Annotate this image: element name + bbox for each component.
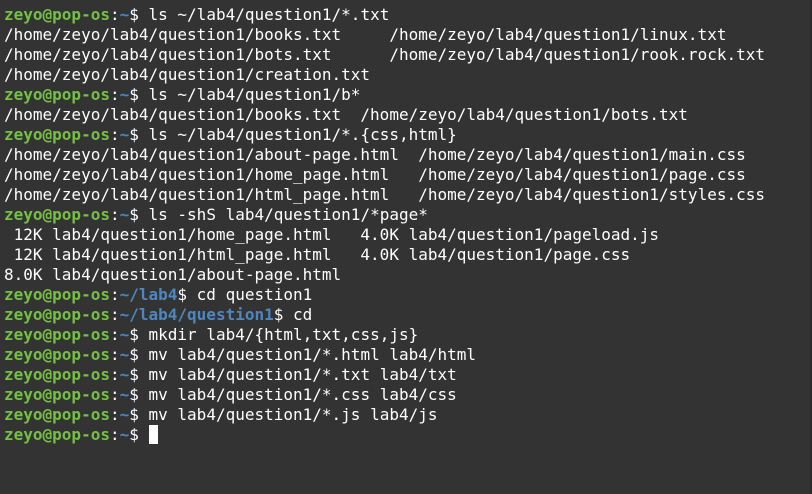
command-text: mv lab4/question1/*.css lab4/css [148, 385, 457, 404]
prompt-path: ~ [119, 425, 130, 444]
output-line: 8.0K lab4/question1/about-page.html [4, 265, 342, 284]
prompt-dollar: $ [129, 365, 149, 384]
command-line: zeyo@pop-os:~$ mkdir lab4/{html,txt,css,… [4, 325, 812, 345]
prompt-dollar: $ [129, 205, 149, 224]
prompt-dollar: $ [129, 325, 149, 344]
command-text: cd [293, 305, 313, 324]
prompt-user-host: zeyo@pop-os [4, 205, 110, 224]
prompt-path: ~ [119, 385, 130, 404]
prompt-path: ~ [119, 85, 130, 104]
command-line: zeyo@pop-os:~$ ls ~/lab4/question1/b* [4, 85, 812, 105]
command-line: zeyo@pop-os:~$ mv lab4/question1/*.css l… [4, 385, 812, 405]
prompt-user-host: zeyo@pop-os [4, 85, 110, 104]
terminal-output: zeyo@pop-os:~$ ls ~/lab4/question1/*.txt… [4, 5, 812, 445]
output-line: /home/zeyo/lab4/question1/books.txt /hom… [4, 105, 688, 124]
prompt-colon: : [109, 425, 120, 444]
prompt-user-host: zeyo@pop-os [4, 125, 110, 144]
prompt-colon: : [109, 365, 120, 384]
output-line: /home/zeyo/lab4/question1/about-page.htm… [4, 145, 746, 164]
prompt-colon: : [109, 325, 120, 344]
command-text: ls -shS lab4/question1/*page* [148, 205, 428, 224]
command-text: mkdir lab4/{html,txt,css,js} [148, 325, 419, 344]
prompt-colon: : [109, 85, 120, 104]
prompt-path: ~ [119, 205, 130, 224]
command-text: cd question1 [196, 285, 313, 304]
prompt-path: ~ [119, 125, 130, 144]
command-text: ls ~/lab4/question1/*.txt [148, 5, 390, 24]
prompt-user-host: zeyo@pop-os [4, 405, 110, 424]
output-line: 12K lab4/question1/html_page.html 4.0K l… [4, 245, 631, 264]
prompt-path: ~/lab4/question1 [119, 305, 274, 324]
output-line: /home/zeyo/lab4/question1/html_page.html… [4, 185, 765, 204]
command-text: mv lab4/question1/*.js lab4/js [148, 405, 438, 424]
command-line: zeyo@pop-os:~$ ls ~/lab4/question1/*.{cs… [4, 125, 812, 145]
output-line: /home/zeyo/lab4/question1/creation.txt [4, 65, 371, 84]
text-cursor[interactable] [148, 425, 158, 444]
prompt-dollar: $ [273, 305, 293, 324]
prompt-path: ~ [119, 345, 130, 364]
prompt-dollar: $ [177, 285, 197, 304]
prompt-user-host: zeyo@pop-os [4, 385, 110, 404]
command-line: zeyo@pop-os:~/lab4/question1$ cd [4, 305, 812, 325]
prompt-colon: : [109, 5, 120, 24]
prompt-path: ~ [119, 405, 130, 424]
prompt-path: ~ [119, 325, 130, 344]
prompt-dollar: $ [129, 345, 149, 364]
prompt-dollar: $ [129, 385, 149, 404]
command-line: zeyo@pop-os:~$ ls ~/lab4/question1/*.txt [4, 5, 812, 25]
prompt-dollar: $ [129, 425, 149, 444]
prompt-path: ~ [119, 365, 130, 384]
command-text: ls ~/lab4/question1/b* [148, 85, 361, 104]
command-line: zeyo@pop-os:~$ mv lab4/question1/*.html … [4, 345, 812, 365]
terminal-window[interactable]: zeyo@pop-os:~$ ls ~/lab4/question1/*.txt… [0, 0, 812, 494]
prompt-user-host: zeyo@pop-os [4, 365, 110, 384]
prompt-colon: : [109, 205, 120, 224]
prompt-colon: : [109, 385, 120, 404]
prompt-colon: : [109, 285, 120, 304]
command-line: zeyo@pop-os:~$ mv lab4/question1/*.js la… [4, 405, 812, 425]
prompt-colon: : [109, 405, 120, 424]
prompt-user-host: zeyo@pop-os [4, 345, 110, 364]
command-line: zeyo@pop-os:~$ ls -shS lab4/question1/*p… [4, 205, 812, 225]
command-line: zeyo@pop-os:~$ mv lab4/question1/*.txt l… [4, 365, 812, 385]
prompt-path: ~ [119, 5, 130, 24]
command-text: mv lab4/question1/*.html lab4/html [148, 345, 477, 364]
prompt-colon: : [109, 125, 120, 144]
prompt-user-host: zeyo@pop-os [4, 285, 110, 304]
prompt-dollar: $ [129, 5, 149, 24]
active-prompt-line: zeyo@pop-os:~$ [4, 425, 812, 445]
command-text: mv lab4/question1/*.txt lab4/txt [148, 365, 457, 384]
output-line: /home/zeyo/lab4/question1/home_page.html… [4, 165, 746, 184]
prompt-colon: : [109, 345, 120, 364]
prompt-dollar: $ [129, 405, 149, 424]
command-text: ls ~/lab4/question1/*.{css,html} [148, 125, 457, 144]
prompt-colon: : [109, 305, 120, 324]
prompt-user-host: zeyo@pop-os [4, 425, 110, 444]
output-line: /home/zeyo/lab4/question1/books.txt /hom… [4, 25, 727, 44]
command-line: zeyo@pop-os:~/lab4$ cd question1 [4, 285, 812, 305]
prompt-user-host: zeyo@pop-os [4, 5, 110, 24]
prompt-dollar: $ [129, 125, 149, 144]
prompt-path: ~/lab4 [119, 285, 178, 304]
prompt-user-host: zeyo@pop-os [4, 305, 110, 324]
prompt-dollar: $ [129, 85, 149, 104]
output-line: /home/zeyo/lab4/question1/bots.txt /home… [4, 45, 765, 64]
output-line: 12K lab4/question1/home_page.html 4.0K l… [4, 225, 660, 244]
prompt-user-host: zeyo@pop-os [4, 325, 110, 344]
